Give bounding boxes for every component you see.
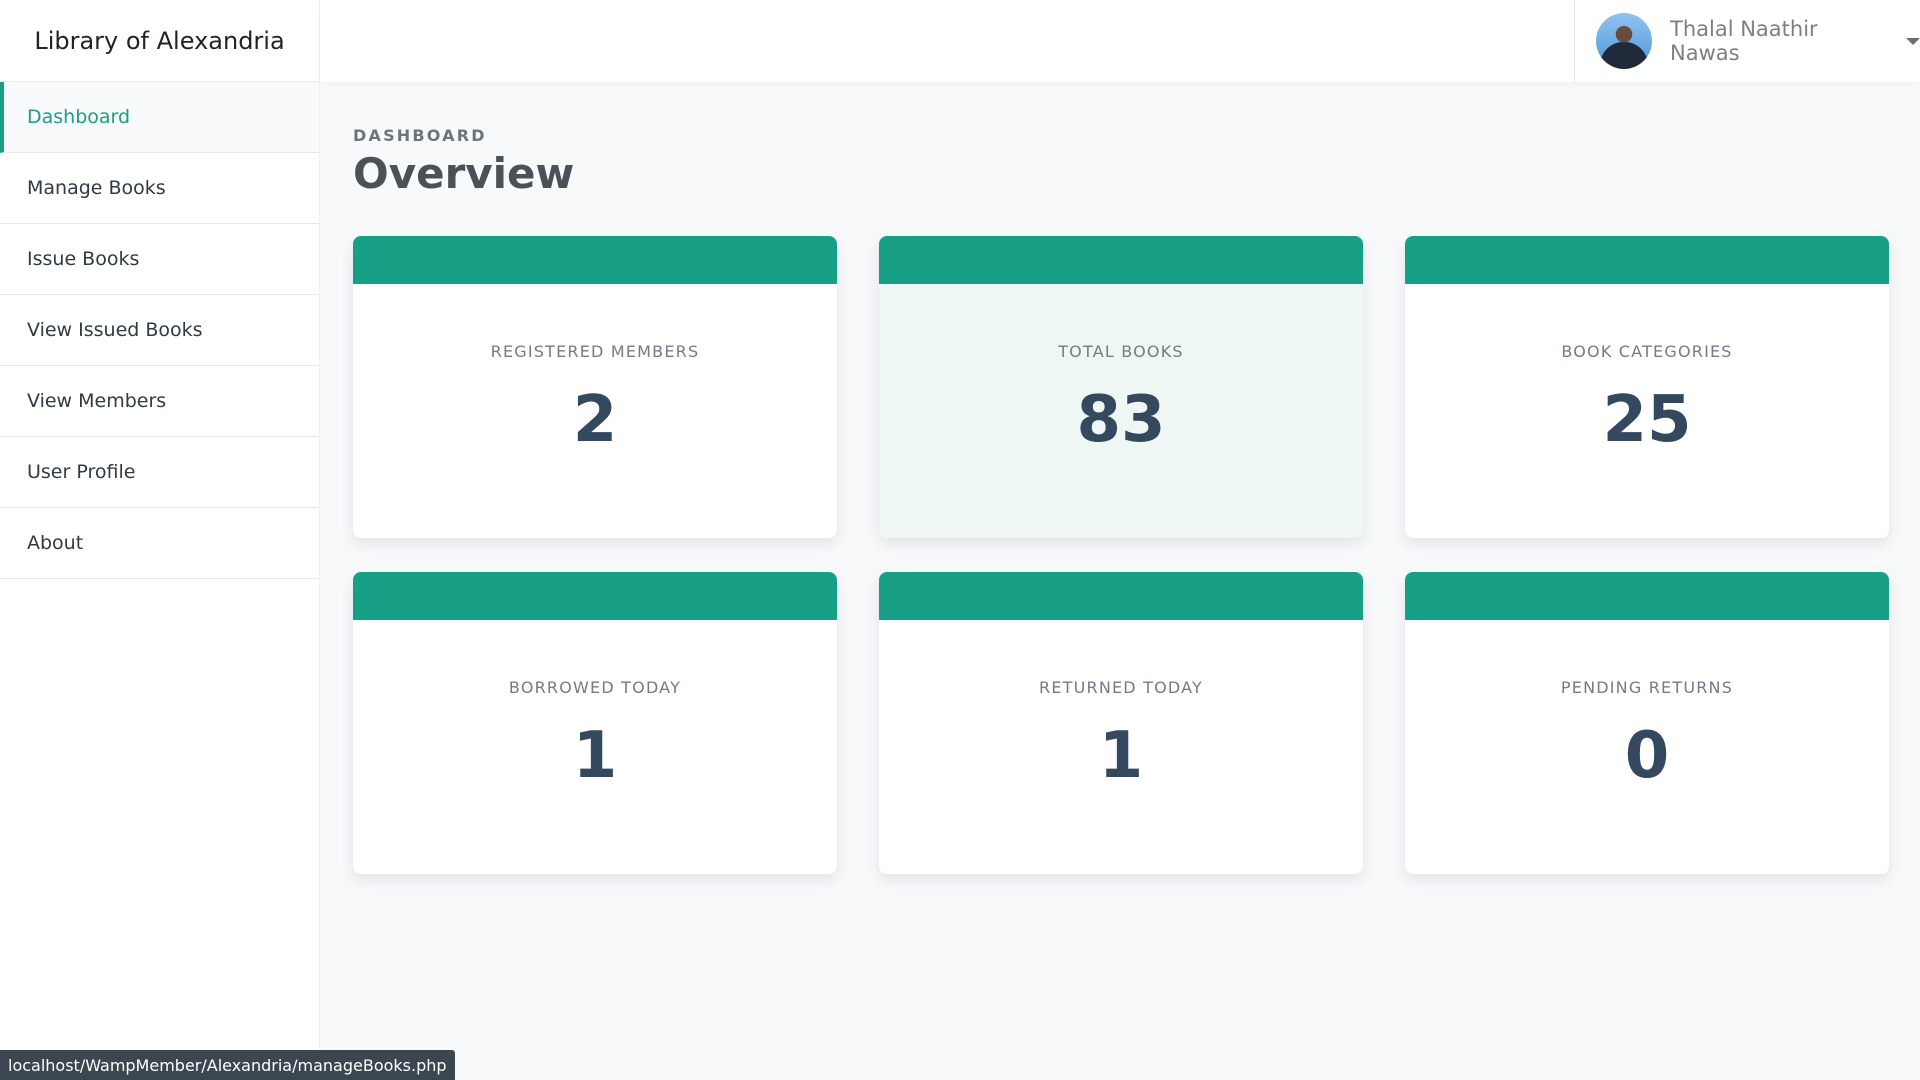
app-root: Library of Alexandria Dashboard Manage B… [0, 0, 1920, 1080]
app-title: Library of Alexandria [0, 0, 319, 82]
avatar[interactable] [1596, 13, 1652, 69]
card-body: BOOK CATEGORIES 25 [1405, 342, 1889, 457]
sidebar-nav: Dashboard Manage Books Issue Books View … [0, 82, 319, 579]
card-header-bar [353, 572, 837, 620]
sidebar: Library of Alexandria Dashboard Manage B… [0, 0, 320, 1080]
stat-label: TOTAL BOOKS [1058, 342, 1184, 361]
breadcrumb: DASHBOARD [353, 126, 487, 145]
card-body: PENDING RETURNS 0 [1405, 678, 1889, 793]
card-header-bar [1405, 236, 1889, 284]
card-body: BORROWED TODAY 1 [353, 678, 837, 793]
stat-value: 25 [1602, 383, 1692, 457]
sidebar-item-user-profile[interactable]: User Profile [0, 437, 319, 508]
stats-grid: REGISTERED MEMBERS 2 TOTAL BOOKS 83 BOOK… [353, 236, 1920, 874]
chevron-down-icon[interactable] [1906, 37, 1920, 45]
card-body: REGISTERED MEMBERS 2 [353, 342, 837, 457]
main-content: DASHBOARD Overview REGISTERED MEMBERS 2 … [353, 82, 1920, 874]
user-menu[interactable]: Thalal Naathir Nawas [1574, 0, 1920, 82]
status-bar-url: localhost/WampMember/Alexandria/manageBo… [0, 1050, 455, 1080]
stat-card-book-categories[interactable]: BOOK CATEGORIES 25 [1405, 236, 1889, 538]
stat-card-borrowed-today[interactable]: BORROWED TODAY 1 [353, 572, 837, 874]
card-body: RETURNED TODAY 1 [879, 678, 1363, 793]
card-header-bar [1405, 572, 1889, 620]
stat-value: 83 [1076, 383, 1166, 457]
sidebar-item-view-members[interactable]: View Members [0, 366, 319, 437]
sidebar-item-view-issued-books[interactable]: View Issued Books [0, 295, 319, 366]
card-body: TOTAL BOOKS 83 [879, 342, 1363, 457]
sidebar-item-manage-books[interactable]: Manage Books [0, 153, 319, 224]
sidebar-item-issue-books[interactable]: Issue Books [0, 224, 319, 295]
sidebar-item-about[interactable]: About [0, 508, 319, 579]
card-header-bar [353, 236, 837, 284]
user-name[interactable]: Thalal Naathir Nawas [1670, 17, 1892, 65]
stat-card-pending-returns[interactable]: PENDING RETURNS 0 [1405, 572, 1889, 874]
stat-card-returned-today[interactable]: RETURNED TODAY 1 [879, 572, 1363, 874]
stat-label: RETURNED TODAY [1039, 678, 1203, 697]
card-header-bar [879, 572, 1363, 620]
stat-value: 0 [1624, 719, 1670, 793]
stat-label: PENDING RETURNS [1560, 678, 1734, 697]
stat-label: REGISTERED MEMBERS [490, 342, 700, 361]
stat-value: 1 [1098, 719, 1144, 793]
stat-label: BOOK CATEGORIES [1561, 342, 1733, 361]
top-bar: Thalal Naathir Nawas [320, 0, 1920, 82]
stat-card-registered-members[interactable]: REGISTERED MEMBERS 2 [353, 236, 837, 538]
stat-value: 1 [572, 719, 618, 793]
stat-label: BORROWED TODAY [508, 678, 682, 697]
sidebar-item-dashboard[interactable]: Dashboard [0, 82, 319, 153]
page-title: Overview [353, 149, 575, 198]
stat-value: 2 [572, 383, 618, 457]
stat-card-total-books[interactable]: TOTAL BOOKS 83 [879, 236, 1363, 538]
card-header-bar [879, 236, 1363, 284]
